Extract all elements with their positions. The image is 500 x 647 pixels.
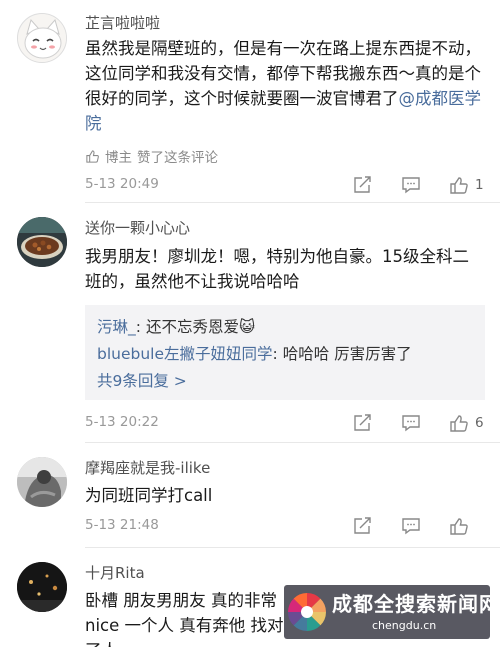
- username[interactable]: 摩羯座就是我-ilike: [85, 457, 210, 478]
- watermark-title: 成都全搜索新闻网: [332, 592, 490, 616]
- reply-button[interactable]: [399, 174, 423, 196]
- reply-thread: 污琳_: 还不忘秀恩爱😺 bluebule左撇子妞妞同学: 哈哈哈 厉害厉害了 …: [85, 305, 485, 400]
- share-button[interactable]: [351, 412, 375, 434]
- author-label[interactable]: 博主: [105, 146, 132, 166]
- comment-meta: 5-13 21:48: [85, 515, 485, 537]
- author-liked-note: 博主 赞了这条评论: [85, 146, 218, 166]
- watermark-overlay: 成都全搜索新闻网 chengdu.cn: [284, 585, 490, 639]
- thumbs-up-icon: [450, 415, 468, 432]
- reply-button[interactable]: [399, 515, 423, 537]
- night-photo-avatar-icon: [17, 562, 67, 612]
- comment-icon: [402, 518, 420, 535]
- comment-meta: 5-13 20:22 6: [85, 412, 485, 434]
- thumbs-up-icon: [86, 149, 99, 163]
- action-bar: [351, 515, 485, 537]
- reply-button[interactable]: [399, 412, 423, 434]
- food-photo-avatar-icon: [17, 217, 67, 267]
- divider: [85, 442, 500, 443]
- share-icon: [354, 176, 371, 193]
- reply-separator: :: [272, 345, 278, 363]
- like-button[interactable]: [447, 174, 471, 196]
- thumbs-up-icon: [450, 518, 468, 535]
- comment-meta: 5-13 20:49 1: [85, 174, 485, 196]
- reply-item: 污琳_: 还不忘秀恩爱😺: [97, 314, 473, 341]
- divider: [85, 547, 500, 548]
- action-bar: 1: [351, 174, 485, 196]
- timestamp: 5-13 20:49: [85, 176, 159, 192]
- like-count: 6: [475, 415, 484, 431]
- comment-text: 我男朋友！廖圳龙！嗯，特别为他自豪。15级全科二班的，虽然他不让我说哈哈哈: [85, 247, 469, 291]
- reply-separator: :: [135, 318, 141, 336]
- username[interactable]: 芷言啦啦啦: [85, 12, 160, 33]
- avatar[interactable]: [17, 217, 67, 267]
- comment-text: 为同班同学打call: [85, 486, 213, 505]
- username[interactable]: 十月Rita: [85, 562, 145, 583]
- grayscale-photo-avatar-icon: [17, 457, 67, 507]
- comment-icon: [402, 415, 420, 432]
- reply-text: 还不忘秀恩爱😺: [145, 318, 256, 336]
- username[interactable]: 送你一颗小心心: [85, 217, 190, 238]
- comment-text: 虽然我是隔壁班的，但是有一次在路上提东西提不动，这位同学和我没有交情，都停下帮我…: [85, 36, 485, 136]
- like-button[interactable]: [447, 515, 471, 537]
- share-button[interactable]: [351, 515, 375, 537]
- share-icon: [354, 517, 371, 534]
- share-button[interactable]: [351, 174, 375, 196]
- chengdu-logo-icon: [288, 593, 326, 631]
- reply-author[interactable]: 污琳_: [97, 318, 136, 336]
- more-replies-link[interactable]: 共9条回复 >: [97, 368, 473, 395]
- thumbs-up-icon: [450, 177, 468, 194]
- cat-avatar-icon: [18, 14, 66, 62]
- reply-item: bluebule左撇子妞妞同学: 哈哈哈 厉害厉害了: [97, 341, 473, 368]
- timestamp: 5-13 21:48: [85, 517, 159, 533]
- avatar[interactable]: [17, 457, 67, 507]
- like-button[interactable]: [447, 412, 471, 434]
- liked-text: 赞了这条评论: [137, 150, 218, 166]
- like-count: 1: [475, 177, 484, 193]
- reply-text: 哈哈哈 厉害厉害了: [282, 345, 412, 363]
- divider: [85, 202, 500, 203]
- avatar[interactable]: [17, 13, 67, 63]
- comment-text: 卧槽 朋友男朋友 真的非常nice 一个人 真有奔他 找对了人: [85, 591, 284, 647]
- avatar[interactable]: [17, 562, 67, 612]
- timestamp: 5-13 20:22: [85, 414, 159, 430]
- share-icon: [354, 414, 371, 431]
- comment-icon: [402, 177, 420, 194]
- reply-author[interactable]: bluebule左撇子妞妞同学: [97, 345, 273, 363]
- watermark-url: chengdu.cn: [372, 619, 437, 632]
- action-bar: 6: [351, 412, 485, 434]
